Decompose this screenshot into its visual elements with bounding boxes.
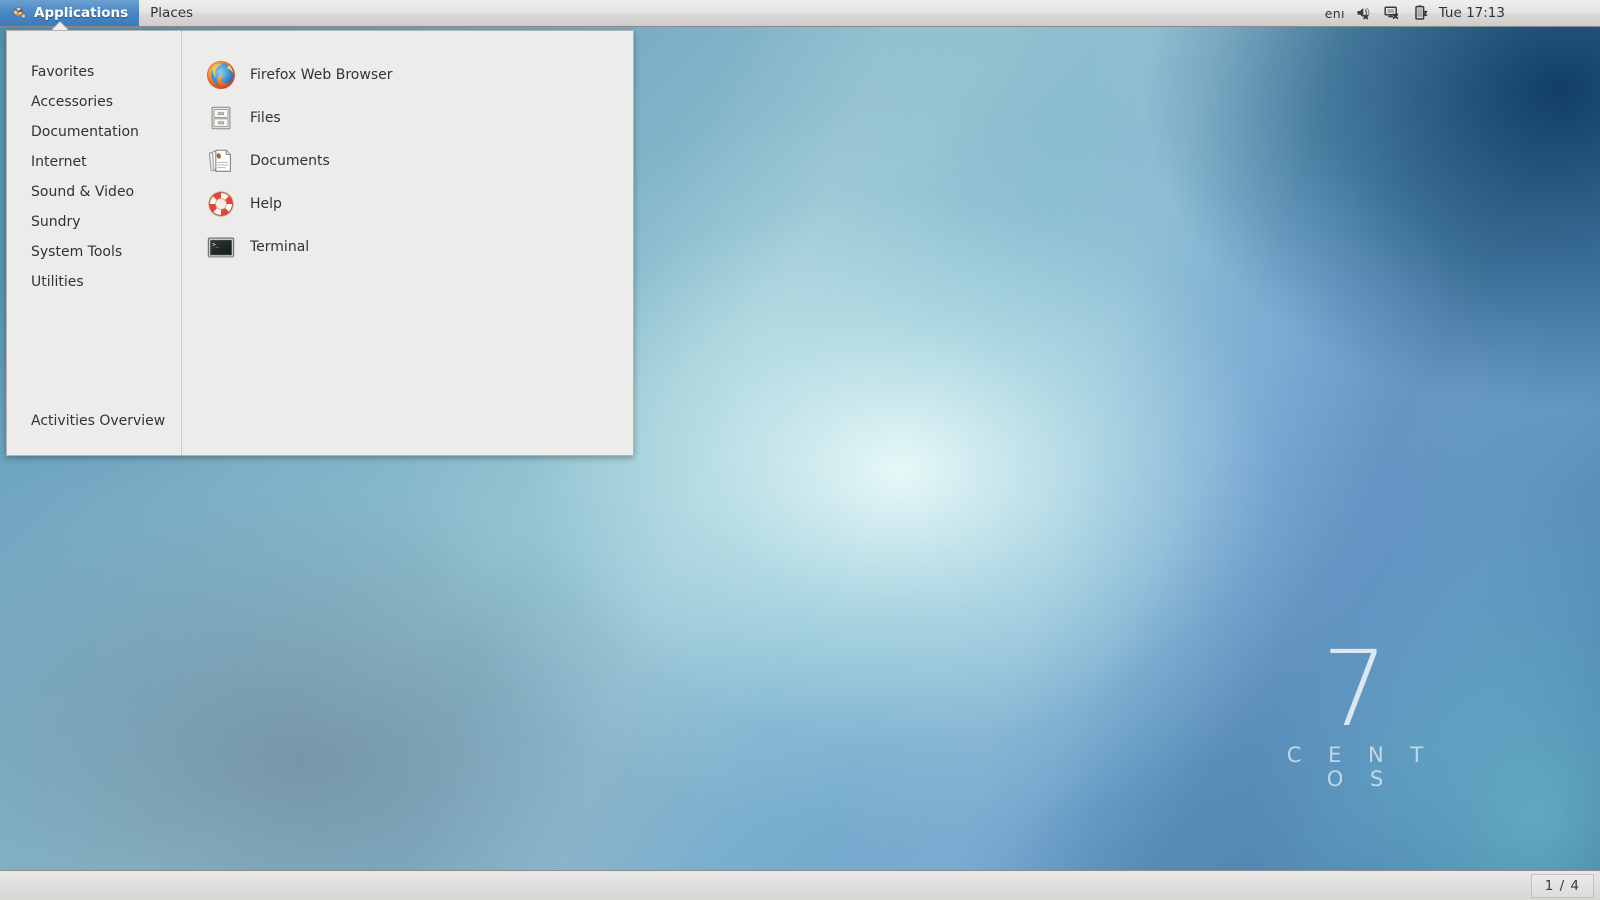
category-label: Accessories: [31, 94, 113, 110]
app-label: Firefox Web Browser: [250, 67, 393, 83]
app-label: Terminal: [250, 239, 309, 255]
keyboard-layout-indicator[interactable]: enı: [1325, 6, 1345, 21]
category-favorites[interactable]: Favorites: [7, 57, 181, 87]
category-label: Internet: [31, 154, 87, 170]
activities-overview-item[interactable]: Activities Overview: [7, 406, 181, 436]
category-sound-and-video[interactable]: Sound & Video: [7, 177, 181, 207]
category-label: System Tools: [31, 244, 122, 260]
window-list[interactable]: [0, 871, 1531, 900]
category-internet[interactable]: Internet: [7, 147, 181, 177]
bottom-panel: 1 / 4: [0, 870, 1600, 900]
clock[interactable]: Tue 17:13: [1439, 5, 1505, 21]
terminal-icon: >_: [206, 232, 236, 262]
activities-overview-label: Activities Overview: [31, 413, 165, 429]
category-system-tools[interactable]: System Tools: [7, 237, 181, 267]
category-accessories[interactable]: Accessories: [7, 87, 181, 117]
battery-icon[interactable]: [1413, 5, 1428, 21]
documents-icon: [206, 146, 236, 176]
category-label: Favorites: [31, 64, 94, 80]
gnome-foot-icon: [11, 5, 27, 21]
applications-menu-label: Applications: [34, 5, 128, 21]
app-item-documents[interactable]: Documents: [182, 139, 633, 182]
panel-spacer: [204, 0, 1325, 26]
life-preserver-icon: [206, 189, 236, 219]
app-item-terminal[interactable]: >_ Terminal: [182, 225, 633, 268]
category-label: Sundry: [31, 214, 81, 230]
category-sundry[interactable]: Sundry: [7, 207, 181, 237]
app-label: Documents: [250, 153, 330, 169]
menu-application-list: Firefox Web Browser Files: [182, 31, 633, 455]
menu-pointer-arrow: [52, 22, 68, 30]
category-label: Utilities: [31, 274, 84, 290]
top-panel: Applications Places enı: [0, 0, 1600, 27]
applications-menu-popup: Favorites Accessories Documentation Inte…: [6, 30, 634, 456]
workspace-switcher[interactable]: 1 / 4: [1531, 874, 1594, 898]
speaker-muted-icon[interactable]: [1356, 5, 1373, 21]
app-label: Help: [250, 196, 282, 212]
app-item-help[interactable]: Help: [182, 182, 633, 225]
status-area: enı: [1325, 0, 1600, 26]
menu-category-list: Favorites Accessories Documentation Inte…: [7, 31, 182, 455]
workspace-indicator-label: 1 / 4: [1545, 878, 1580, 894]
app-item-firefox[interactable]: Firefox Web Browser: [182, 53, 633, 96]
applications-menu-button[interactable]: Applications: [0, 0, 139, 26]
places-menu-button[interactable]: Places: [139, 0, 204, 26]
desktop-screen: 7 C E N T O S Applications Places e: [0, 0, 1600, 900]
app-item-files[interactable]: Files: [182, 96, 633, 139]
firefox-icon: [206, 60, 236, 90]
places-menu-label: Places: [150, 5, 193, 21]
category-label: Documentation: [31, 124, 139, 140]
category-documentation[interactable]: Documentation: [7, 117, 181, 147]
category-utilities[interactable]: Utilities: [7, 267, 181, 297]
app-label: Files: [250, 110, 281, 126]
network-disconnected-icon[interactable]: [1384, 5, 1402, 21]
category-label: Sound & Video: [31, 184, 134, 200]
svg-text:>_: >_: [212, 242, 219, 248]
file-cabinet-icon: [206, 103, 236, 133]
